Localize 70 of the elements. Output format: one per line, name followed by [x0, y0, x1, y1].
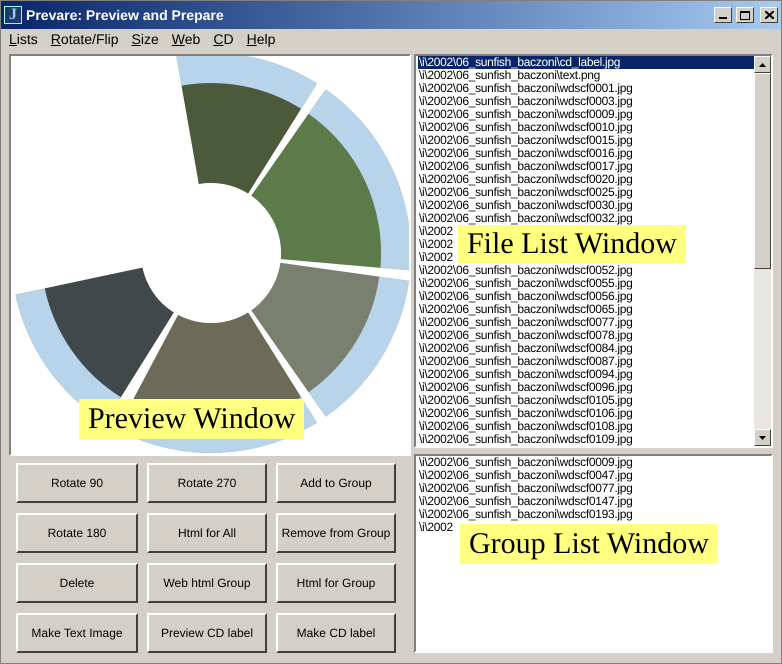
action-button[interactable]: Make CD label [276, 613, 396, 653]
file-list-item[interactable]: \i\2002\06_sunfish_baczoni\wdscf0087.jpg [418, 355, 632, 368]
group-list-item[interactable]: \i\2002\06_sunfish_baczoni\wdscf0009.jpg [418, 456, 632, 469]
window-title: Prevare: Preview and Prepare [26, 6, 224, 25]
file-list-item[interactable]: \i\2002\06_sunfish_baczoni\wdscf0094.jpg [418, 368, 632, 381]
scroll-down-button[interactable] [754, 429, 771, 446]
file-list-item[interactable]: \i\2002\06_sunfish_baczoni\wdscf0032.jpg [418, 212, 632, 225]
menu-item[interactable]: Help [240, 29, 282, 50]
file-list-item[interactable]: \i\2002 [418, 251, 453, 264]
action-button[interactable]: Rotate 90 [16, 463, 138, 503]
up-arrow-icon [759, 62, 766, 66]
close-icon [764, 11, 774, 19]
callout-label: Preview Window [79, 399, 304, 439]
scroll-up-button[interactable] [754, 56, 771, 73]
group-list-item[interactable]: \i\2002\06_sunfish_baczoni\wdscf0047.jpg [418, 469, 632, 482]
file-list-item[interactable]: \i\2002\06_sunfish_baczoni\wdscf0077.jpg [418, 316, 632, 329]
group-list-item[interactable]: \i\2002\06_sunfish_baczoni\wdscf0147.jpg [418, 495, 632, 508]
action-button[interactable]: Rotate 180 [16, 513, 138, 553]
file-list-item[interactable]: \i\2002\06_sunfish_baczoni\wdscf0078.jpg [418, 329, 632, 342]
menu-item[interactable]: CD [207, 29, 240, 50]
file-list-item[interactable]: \i\2002\06_sunfish_baczoni\wdscf0015.jpg [418, 134, 632, 147]
minimize-button[interactable] [714, 7, 732, 23]
close-button[interactable] [760, 7, 778, 23]
group-list-item[interactable]: \i\2002 [418, 521, 453, 534]
file-list-item[interactable]: \i\2002\06_sunfish_baczoni\wdscf0020.jpg [418, 173, 632, 186]
callout-label: File List Window [458, 225, 686, 263]
callout-label: Group List Window [460, 524, 718, 564]
action-button[interactable]: Rotate 270 [147, 463, 267, 503]
file-list-item[interactable]: \i\2002\06_sunfish_baczoni\text.png [418, 69, 600, 82]
action-button[interactable]: Html for All [147, 513, 267, 553]
file-list-item[interactable]: \i\2002\06_sunfish_baczoni\cd_label.jpg [418, 56, 754, 69]
file-list-item[interactable]: \i\2002\06_sunfish_baczoni\wdscf0065.jpg [418, 303, 632, 316]
app-icon: J [4, 6, 22, 24]
file-list-item[interactable]: \i\2002\06_sunfish_baczoni\wdscf0108.jpg [418, 420, 632, 433]
maximize-icon [740, 10, 750, 20]
file-list-item[interactable]: \i\2002\06_sunfish_baczoni\wdscf0056.jpg [418, 290, 632, 303]
action-button[interactable]: Remove from Group [276, 513, 396, 553]
file-list-item[interactable]: \i\2002\06_sunfish_baczoni\wdscf0055.jpg [418, 277, 632, 290]
action-button[interactable]: Make Text Image [16, 613, 138, 653]
action-button[interactable]: Web html Group [147, 563, 267, 603]
group-list-item[interactable]: \i\2002\06_sunfish_baczoni\wdscf0193.jpg [418, 508, 632, 521]
file-list-item[interactable]: \i\2002 [418, 225, 453, 238]
group-list-item[interactable]: \i\2002\06_sunfish_baczoni\wdscf0077.jpg [418, 482, 632, 495]
action-button[interactable]: Add to Group [276, 463, 396, 503]
file-list-item[interactable]: \i\2002\06_sunfish_baczoni\wdscf0096.jpg [418, 381, 632, 394]
file-list-item[interactable]: \i\2002\06_sunfish_baczoni\wdscf0109.jpg [418, 433, 632, 446]
file-list-item[interactable]: \i\2002\06_sunfish_baczoni\wdscf0106.jpg [418, 407, 632, 420]
file-list-item[interactable]: \i\2002\06_sunfish_baczoni\wdscf0052.jpg [418, 264, 632, 277]
action-button[interactable]: Delete [16, 563, 138, 603]
minimize-icon [719, 17, 727, 19]
action-button[interactable]: Html for Group [276, 563, 396, 603]
action-button[interactable]: Preview CD label [147, 613, 267, 653]
file-list-item[interactable]: \i\2002\06_sunfish_baczoni\wdscf0016.jpg [418, 147, 632, 160]
file-list-item[interactable]: \i\2002\06_sunfish_baczoni\wdscf0017.jpg [418, 160, 632, 173]
menu-item[interactable]: Size [126, 29, 165, 50]
menu-item[interactable]: Lists [3, 29, 44, 50]
scroll-thumb[interactable] [754, 73, 771, 269]
file-list-item[interactable]: \i\2002\06_sunfish_baczoni\wdscf0030.jpg [418, 199, 632, 212]
file-list-item[interactable]: \i\2002\06_sunfish_baczoni\wdscf0084.jpg [418, 342, 632, 355]
maximize-button[interactable] [736, 7, 754, 23]
file-list-item[interactable]: \i\2002\06_sunfish_baczoni\wdscf0001.jpg [418, 82, 632, 95]
file-list-item[interactable]: \i\2002 [418, 238, 453, 251]
down-arrow-icon [759, 436, 766, 440]
file-list-item[interactable]: \i\2002\06_sunfish_baczoni\wdscf0105.jpg [418, 394, 632, 407]
menu-item[interactable]: Rotate/Flip [44, 29, 125, 50]
file-list-item[interactable]: \i\2002\06_sunfish_baczoni\wdscf0009.jpg [418, 108, 632, 121]
file-list-item[interactable]: \i\2002\06_sunfish_baczoni\wdscf0003.jpg [418, 95, 632, 108]
menu-item[interactable]: Web [166, 29, 206, 50]
file-list-item[interactable]: \i\2002\06_sunfish_baczoni\wdscf0010.jpg [418, 121, 632, 134]
file-list-item[interactable]: \i\2002\06_sunfish_baczoni\wdscf0025.jpg [418, 186, 632, 199]
